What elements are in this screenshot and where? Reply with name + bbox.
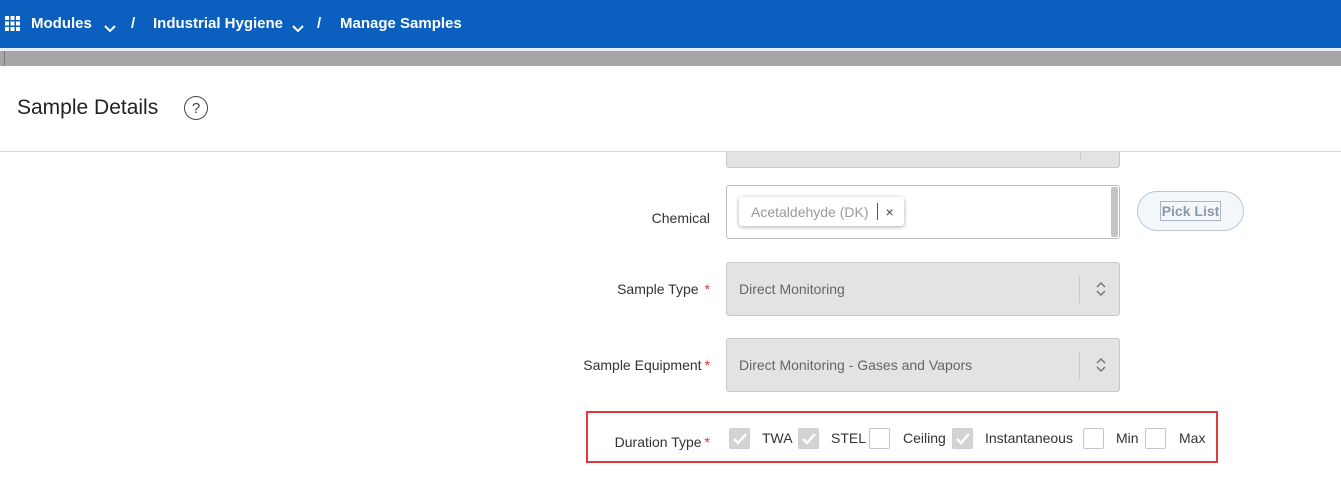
scrollbar-edge [4,51,5,66]
duration-type-label: Duration Type * [615,434,710,450]
pick-list-button[interactable]: Pick List [1137,191,1244,231]
updown-arrows-icon [1095,279,1107,299]
checkbox-ceiling[interactable] [869,428,890,449]
required-marker: * [704,357,710,373]
sample-equipment-value: Direct Monitoring - Gases and Vapors [739,357,973,373]
required-marker: * [704,281,710,297]
field-separator [1080,152,1081,159]
checkbox-min[interactable] [1083,428,1104,449]
sample-type-value: Direct Monitoring [739,281,845,297]
chevron-down-icon[interactable] [292,20,304,33]
chemical-chip: Acetaldehyde (DK) × [739,197,904,226]
chemical-input[interactable]: Acetaldehyde (DK) × [726,185,1120,239]
sample-equipment-label: Sample Equipment * [583,357,710,373]
breadcrumb-separator: / [131,15,136,32]
chemical-label: Chemical [651,210,710,226]
check-icon [802,433,816,445]
breadcrumb-separator: / [317,15,322,32]
required-marker: * [704,434,710,450]
checkbox-label-stel: STEL [831,430,867,446]
sample-type-select[interactable]: Direct Monitoring [726,262,1120,316]
duration-type-label-text: Duration Type [614,434,702,450]
checkbox-instantaneous[interactable] [952,428,973,449]
horizontal-scrollbar[interactable] [0,51,1341,66]
top-navigation-bar: Modules / Industrial Hygiene / Manage Sa… [0,0,1341,48]
checkbox-max[interactable] [1145,428,1166,449]
checkbox-label-ceiling: Ceiling [903,430,946,446]
check-icon [956,433,970,445]
select-separator [1079,352,1080,379]
pick-list-label: Pick List [1159,201,1222,221]
sample-type-label-text: Sample Type [617,281,699,297]
select-separator [1079,276,1080,303]
sample-type-label: Sample Type * [617,281,710,297]
sample-equipment-select[interactable]: Direct Monitoring - Gases and Vapors [726,338,1120,392]
checkbox-label-twa: TWA [762,430,793,446]
breadcrumb-manage-samples: Manage Samples [340,15,462,32]
page-title: Sample Details [17,96,159,119]
checkbox-stel[interactable] [798,428,819,449]
chemical-scrollbar[interactable] [1111,187,1118,237]
checkbox-label-instantaneous: Instantaneous [985,430,1073,446]
check-icon [733,433,747,445]
updown-arrows-icon [1095,355,1107,375]
checkbox-label-min: Min [1116,430,1139,446]
chemical-chip-label: Acetaldehyde (DK) [751,203,869,220]
close-icon[interactable]: × [886,205,894,219]
checkbox-label-max: Max [1179,430,1206,446]
help-circle-icon[interactable]: ? [184,96,208,120]
chip-divider [876,203,878,220]
checkbox-twa[interactable] [729,428,750,449]
breadcrumb-modules[interactable]: Modules [31,15,92,32]
breadcrumb-industrial-hygiene[interactable]: Industrial Hygiene [153,15,283,32]
grid-icon[interactable] [5,16,20,31]
chevron-down-icon[interactable] [104,20,116,33]
sample-equipment-label-text: Sample Equipment [583,357,702,373]
previous-field[interactable] [726,152,1120,168]
